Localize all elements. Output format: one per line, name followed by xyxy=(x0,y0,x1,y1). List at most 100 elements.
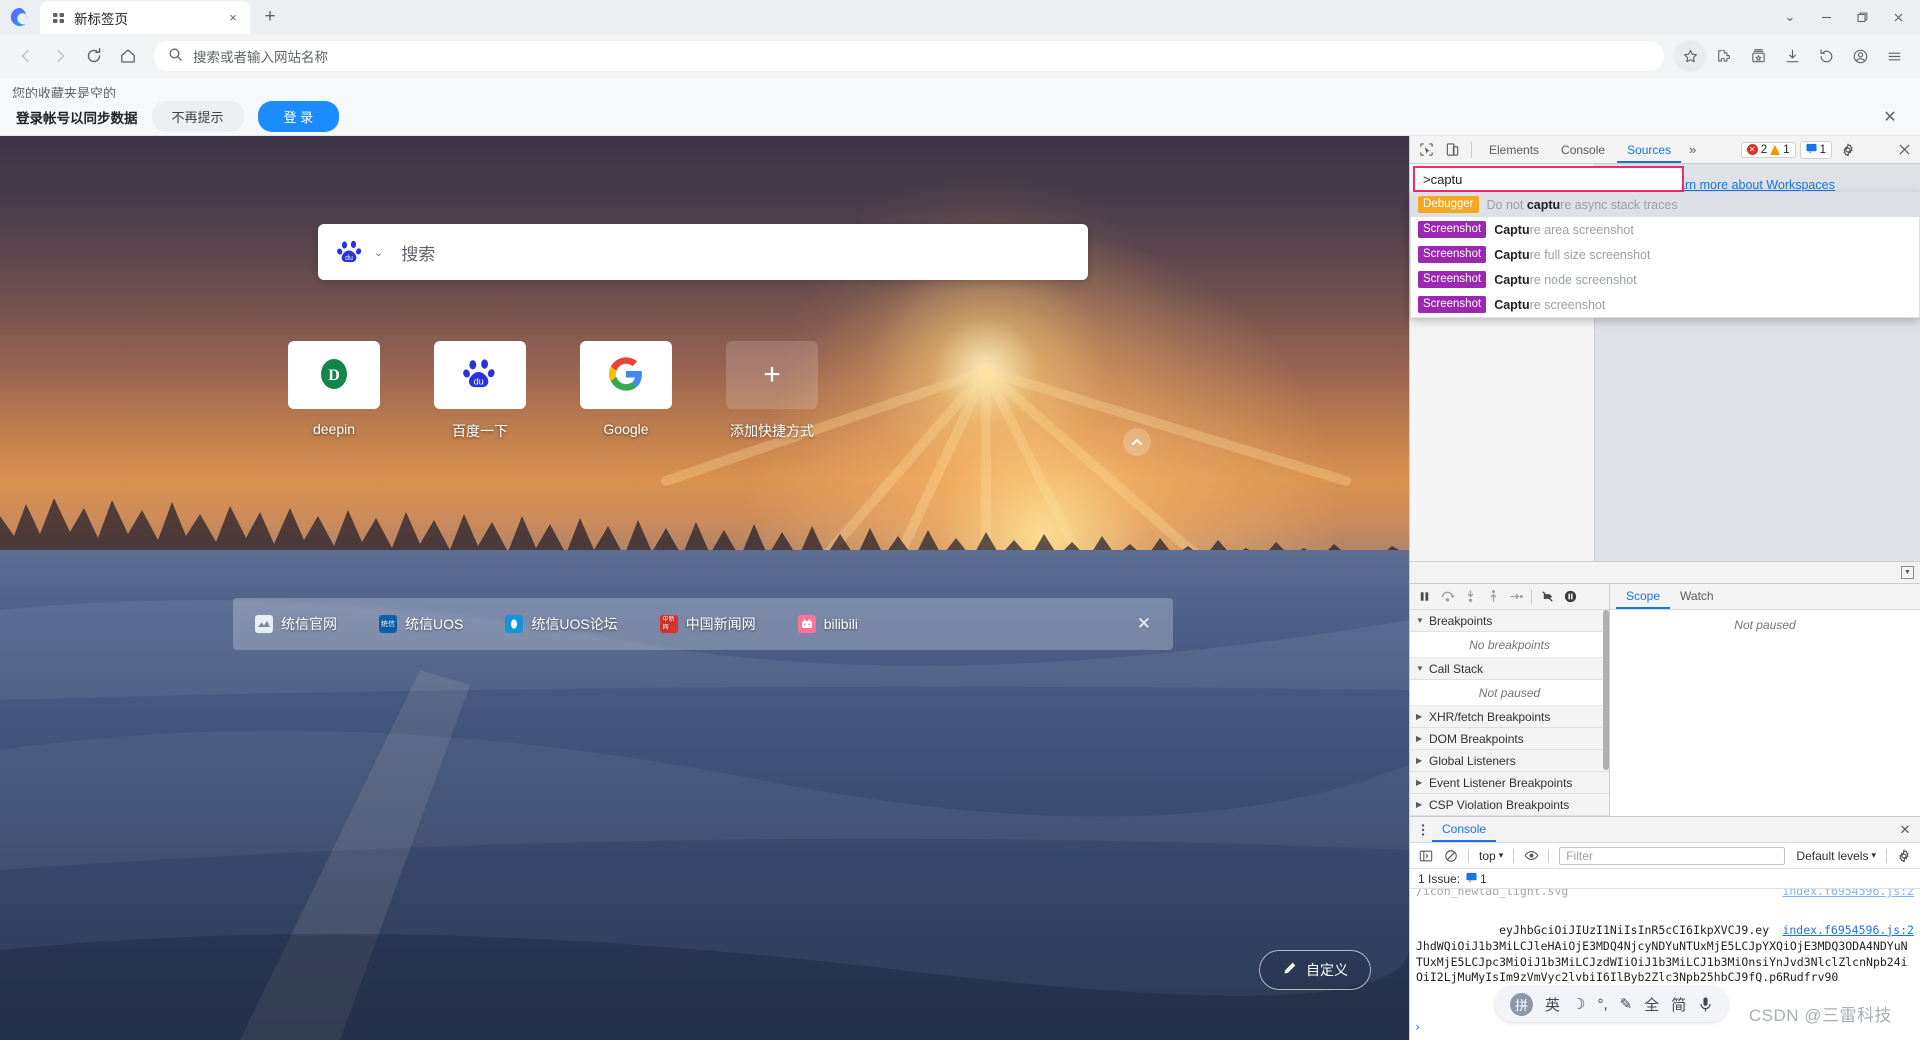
live-expression-icon[interactable] xyxy=(1520,845,1542,867)
shortcut-google[interactable]: Google xyxy=(577,341,675,441)
step-out-icon[interactable] xyxy=(1482,586,1504,608)
section-dom-breakpoints[interactable]: ▶ DOM Breakpoints xyxy=(1410,728,1609,750)
sync-close-icon[interactable]: ✕ xyxy=(1876,103,1904,131)
drawer-kebab-icon[interactable] xyxy=(1414,818,1432,842)
command-palette-item[interactable]: Debugger Do not capture async stack trac… xyxy=(1411,192,1919,217)
section-call-stack[interactable]: ▼ Call Stack xyxy=(1410,658,1609,680)
tab-console[interactable]: Console xyxy=(1551,137,1615,163)
reload-button[interactable] xyxy=(78,40,110,72)
command-palette-item[interactable]: Screenshot Capture full size screenshot xyxy=(1411,242,1919,267)
warning-icon xyxy=(1770,144,1781,155)
pause-icon[interactable] xyxy=(1413,586,1435,608)
section-csp-violation-breakpoints[interactable]: ▶ CSP Violation Breakpoints xyxy=(1410,794,1609,816)
minimize-button[interactable] xyxy=(1808,2,1844,32)
shortcut-baidu[interactable]: du 百度一下 xyxy=(431,341,529,441)
news-link[interactable]: 中新网 中国新闻网 xyxy=(659,614,756,634)
issues-pill[interactable]: 1 xyxy=(1799,140,1832,159)
news-link[interactable]: 统信 统信UOS xyxy=(379,614,463,634)
command-palette-item[interactable]: Screenshot Capture area screenshot xyxy=(1411,217,1919,242)
baidu-icon[interactable]: du xyxy=(336,238,364,266)
toolbar-divider xyxy=(1548,848,1550,863)
deactivate-breakpoints-icon[interactable] xyxy=(1536,586,1558,608)
close-window-button[interactable] xyxy=(1880,2,1916,32)
page-search-box[interactable]: du ⌄ 搜索 xyxy=(318,224,1088,280)
log-levels-select[interactable]: Default levels ▾ xyxy=(1792,849,1880,863)
tab-sources[interactable]: Sources xyxy=(1617,137,1681,163)
log-source-link[interactable]: index.f6954596.js:2 xyxy=(1782,889,1914,898)
ime-moon-icon[interactable]: ☽ xyxy=(1572,995,1585,1013)
command-tag: Screenshot xyxy=(1418,221,1487,238)
ime-pinyin-badge[interactable]: 拼 xyxy=(1510,992,1533,1016)
ime-fullwidth-icon[interactable]: 全 xyxy=(1644,994,1659,1015)
inspect-icon[interactable] xyxy=(1414,138,1438,162)
log-source-link[interactable]: index.f6954596.js:2 xyxy=(1782,923,1914,939)
sync-signin-button[interactable]: 登 录 xyxy=(257,101,340,132)
step-icon[interactable] xyxy=(1505,586,1527,608)
pause-on-exceptions-icon[interactable] xyxy=(1559,586,1581,608)
plus-icon: + xyxy=(726,341,818,409)
home-button[interactable] xyxy=(112,40,144,72)
section-breakpoints[interactable]: ▼ Breakpoints xyxy=(1410,610,1609,632)
ime-microphone-icon[interactable] xyxy=(1698,996,1713,1013)
download-icon[interactable] xyxy=(1776,40,1808,72)
more-tabs-icon[interactable]: » xyxy=(1683,142,1702,157)
ime-punctuation-icon[interactable]: °, xyxy=(1597,996,1607,1013)
forward-button[interactable] xyxy=(44,40,76,72)
collections-icon[interactable] xyxy=(1742,40,1774,72)
console-prompt[interactable]: › xyxy=(1414,1020,1421,1034)
tab-close-icon[interactable]: × xyxy=(224,9,242,27)
command-palette-input[interactable]: >captu xyxy=(1413,166,1684,192)
clear-console-icon[interactable] xyxy=(1440,845,1462,867)
console-issues-bar[interactable]: 1 Issue: 1 xyxy=(1410,869,1920,889)
maximize-button[interactable] xyxy=(1844,2,1880,32)
address-bar[interactable]: 搜索或者输入网站名称 xyxy=(154,41,1664,71)
new-tab-button[interactable]: + xyxy=(256,3,284,31)
console-filter-input[interactable]: Filter xyxy=(1559,846,1786,865)
command-label: Do not capture async stack traces xyxy=(1486,197,1678,212)
ime-simplified-icon[interactable]: 简 xyxy=(1671,994,1686,1015)
chevron-down-icon[interactable]: ⌄ xyxy=(1772,2,1808,32)
execution-context-select[interactable]: top ▾ xyxy=(1475,849,1507,863)
shortcut-deepin[interactable]: D deepin xyxy=(285,341,383,441)
line-wrap-icon[interactable]: ▼ xyxy=(1901,566,1914,579)
command-palette-item[interactable]: Screenshot Capture node screenshot xyxy=(1411,267,1919,292)
console-sidebar-icon[interactable] xyxy=(1415,845,1437,867)
ime-language-toggle[interactable]: 英 xyxy=(1545,994,1560,1015)
back-button[interactable] xyxy=(10,40,42,72)
device-toolbar-icon[interactable] xyxy=(1440,138,1464,162)
step-over-icon[interactable] xyxy=(1436,586,1458,608)
command-palette-item[interactable]: Screenshot Capture screenshot xyxy=(1411,292,1919,317)
news-link[interactable]: 统信官网 xyxy=(255,614,337,634)
news-link[interactable]: bilibili xyxy=(797,615,858,633)
tab-scope[interactable]: Scope xyxy=(1616,584,1670,609)
shortcut-add[interactable]: + 添加快捷方式 xyxy=(723,341,821,441)
issues-chip[interactable]: 1 xyxy=(1466,872,1487,886)
debugger-scrollbar[interactable] xyxy=(1603,610,1609,770)
error-warning-pill[interactable]: ✕ 2 1 xyxy=(1740,141,1796,158)
gear-icon[interactable] xyxy=(1836,138,1860,162)
step-into-icon[interactable] xyxy=(1459,586,1481,608)
drawer-tab-console[interactable]: Console xyxy=(1432,817,1496,842)
ime-handwriting-icon[interactable]: ✎ xyxy=(1620,995,1633,1013)
tab-elements[interactable]: Elements xyxy=(1479,137,1549,163)
chevron-down-icon[interactable]: ⌄ xyxy=(374,246,383,259)
section-global-listeners[interactable]: ▶ Global Listeners xyxy=(1410,750,1609,772)
gear-icon[interactable] xyxy=(1893,845,1915,867)
star-icon[interactable] xyxy=(1674,40,1706,72)
customize-button[interactable]: 自定义 xyxy=(1259,950,1371,990)
browser-tab[interactable]: 新标签页 × xyxy=(40,1,250,34)
collapse-chevron-icon[interactable] xyxy=(1123,428,1151,456)
devtools-close-icon[interactable] xyxy=(1892,138,1916,162)
news-bar-close-icon[interactable]: ✕ xyxy=(1137,614,1151,634)
puzzle-icon[interactable] xyxy=(1708,40,1740,72)
profile-icon[interactable] xyxy=(1844,40,1876,72)
more-vertical-icon[interactable]: more-vertical-icon xyxy=(1864,138,1888,162)
drawer-close-icon[interactable]: ✕ xyxy=(1894,819,1916,841)
section-xhr-breakpoints[interactable]: ▶ XHR/fetch Breakpoints xyxy=(1410,706,1609,728)
tab-watch[interactable]: Watch xyxy=(1670,584,1724,609)
menu-icon[interactable] xyxy=(1878,40,1910,72)
sync-dismiss-button[interactable]: 不再提示 xyxy=(151,101,244,132)
history-icon[interactable] xyxy=(1810,40,1842,72)
news-link[interactable]: 统信UOS论坛 xyxy=(505,614,618,634)
section-event-listener-breakpoints[interactable]: ▶ Event Listener Breakpoints xyxy=(1410,772,1609,794)
